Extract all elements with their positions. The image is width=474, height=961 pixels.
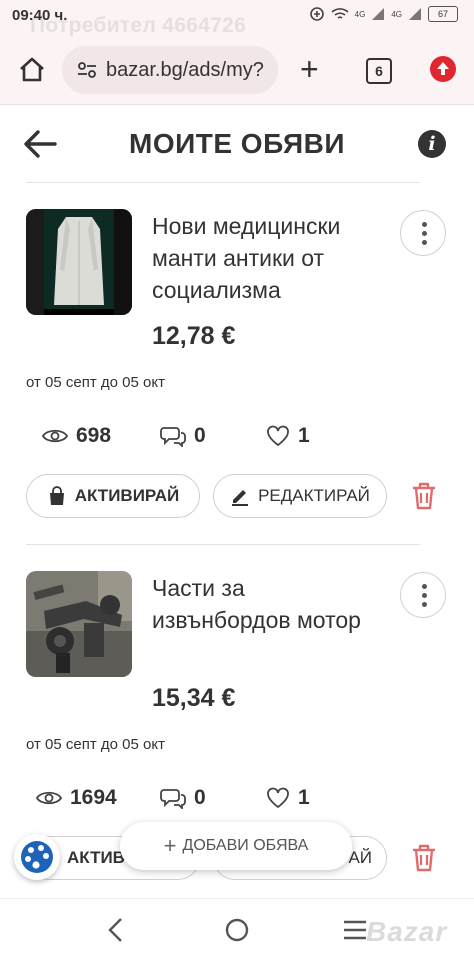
network-4g-1: 4G [354,9,366,19]
signal-icon-2 [409,8,421,20]
more-options-button[interactable] [400,210,446,256]
page-title: МОИТЕ ОБЯВИ [129,128,345,159]
address-bar[interactable]: bazar.bg/ads/my? [62,46,278,94]
views-stat: 698 [42,424,111,448]
nav-home-icon[interactable] [224,917,250,943]
ad-title[interactable]: Нови медицински манти антики от социализ… [152,210,382,306]
more-options-button[interactable] [400,572,446,618]
palette-icon [21,841,53,873]
messages-stat: 0 [160,424,206,448]
ad-dates: от 05 септ до 05 окт [26,374,165,391]
browser-toolbar: bazar.bg/ads/my? + 6 [0,36,474,105]
heart-icon [267,425,289,447]
update-arrow-icon[interactable] [430,56,456,82]
nav-recents-icon[interactable] [342,919,368,941]
site-settings-icon[interactable] [76,59,98,81]
favorites-count: 1 [298,786,310,809]
chat-bubbles-icon [160,789,186,809]
sync-icon [309,7,324,21]
home-icon[interactable] [18,56,46,84]
url-text[interactable]: bazar.bg/ads/my? [106,59,274,82]
ad-title[interactable]: Части за извънбордов мотор [152,572,382,636]
heart-icon [267,787,289,809]
new-tab-plus-icon[interactable]: + [300,53,319,85]
favorites-count: 1 [298,424,310,447]
signal-icon [372,8,385,20]
messages-count: 0 [194,424,206,447]
favorites-stat: 1 [266,786,310,810]
favorites-stat: 1 [266,424,310,448]
views-count: 698 [76,424,112,447]
accessibility-button[interactable] [14,834,60,880]
edit-label: АЙ [348,848,372,867]
views-count: 1694 [70,786,117,809]
wifi-icon [331,8,349,19]
ad-image-engine-parts [26,571,132,677]
edit-label: РЕДАКТИРАЙ [258,486,370,505]
ad-dates: от 05 септ до 05 окт [26,736,165,753]
ad-image-medical-coat [26,209,132,315]
network-4g-2: 4G [391,9,402,19]
status-time: 09:40 ч. [12,7,68,24]
ad-price: 12,78 € [152,322,236,350]
trash-icon[interactable] [408,842,440,874]
header-divider [26,182,420,183]
ad-thumbnail[interactable] [26,209,132,315]
eye-icon [36,791,62,805]
info-icon[interactable]: i [418,130,446,158]
edit-button[interactable]: РЕДАКТИРАЙ [213,474,387,518]
activate-label: АКТИВ [67,848,125,867]
activate-button[interactable]: АКТИВИРАЙ [26,474,200,518]
ad-price: 15,34 € [152,684,236,712]
eye-icon [42,429,68,443]
ad-divider [26,544,420,545]
battery-indicator: 67 [428,6,458,22]
chat-bubbles-icon [160,427,186,447]
pencil-icon [232,490,249,506]
tab-switcher-button[interactable]: 6 [366,58,392,84]
page-header: МОИТЕ ОБЯВИ i [0,104,474,184]
views-stat: 1694 [36,786,117,810]
ad-thumbnail[interactable] [26,571,132,677]
bazar-watermark: Bazar [366,916,448,947]
activate-label: АКТИВИРАЙ [74,486,180,505]
nav-back-icon[interactable] [104,917,128,943]
add-ad-button[interactable]: + ДОБАВИ ОБЯВА [120,822,352,870]
shopping-bag-icon [49,486,64,505]
trash-icon[interactable] [408,480,440,512]
messages-stat: 0 [160,786,206,810]
status-bar: Потребител 4664726 09:40 ч. 4G 4G 67 [0,0,474,37]
messages-count: 0 [194,786,206,809]
status-icons: 4G 4G 67 [309,6,458,22]
plus-icon: + [163,833,177,858]
add-ad-label: ДОБАВИ ОБЯВА [182,837,309,854]
